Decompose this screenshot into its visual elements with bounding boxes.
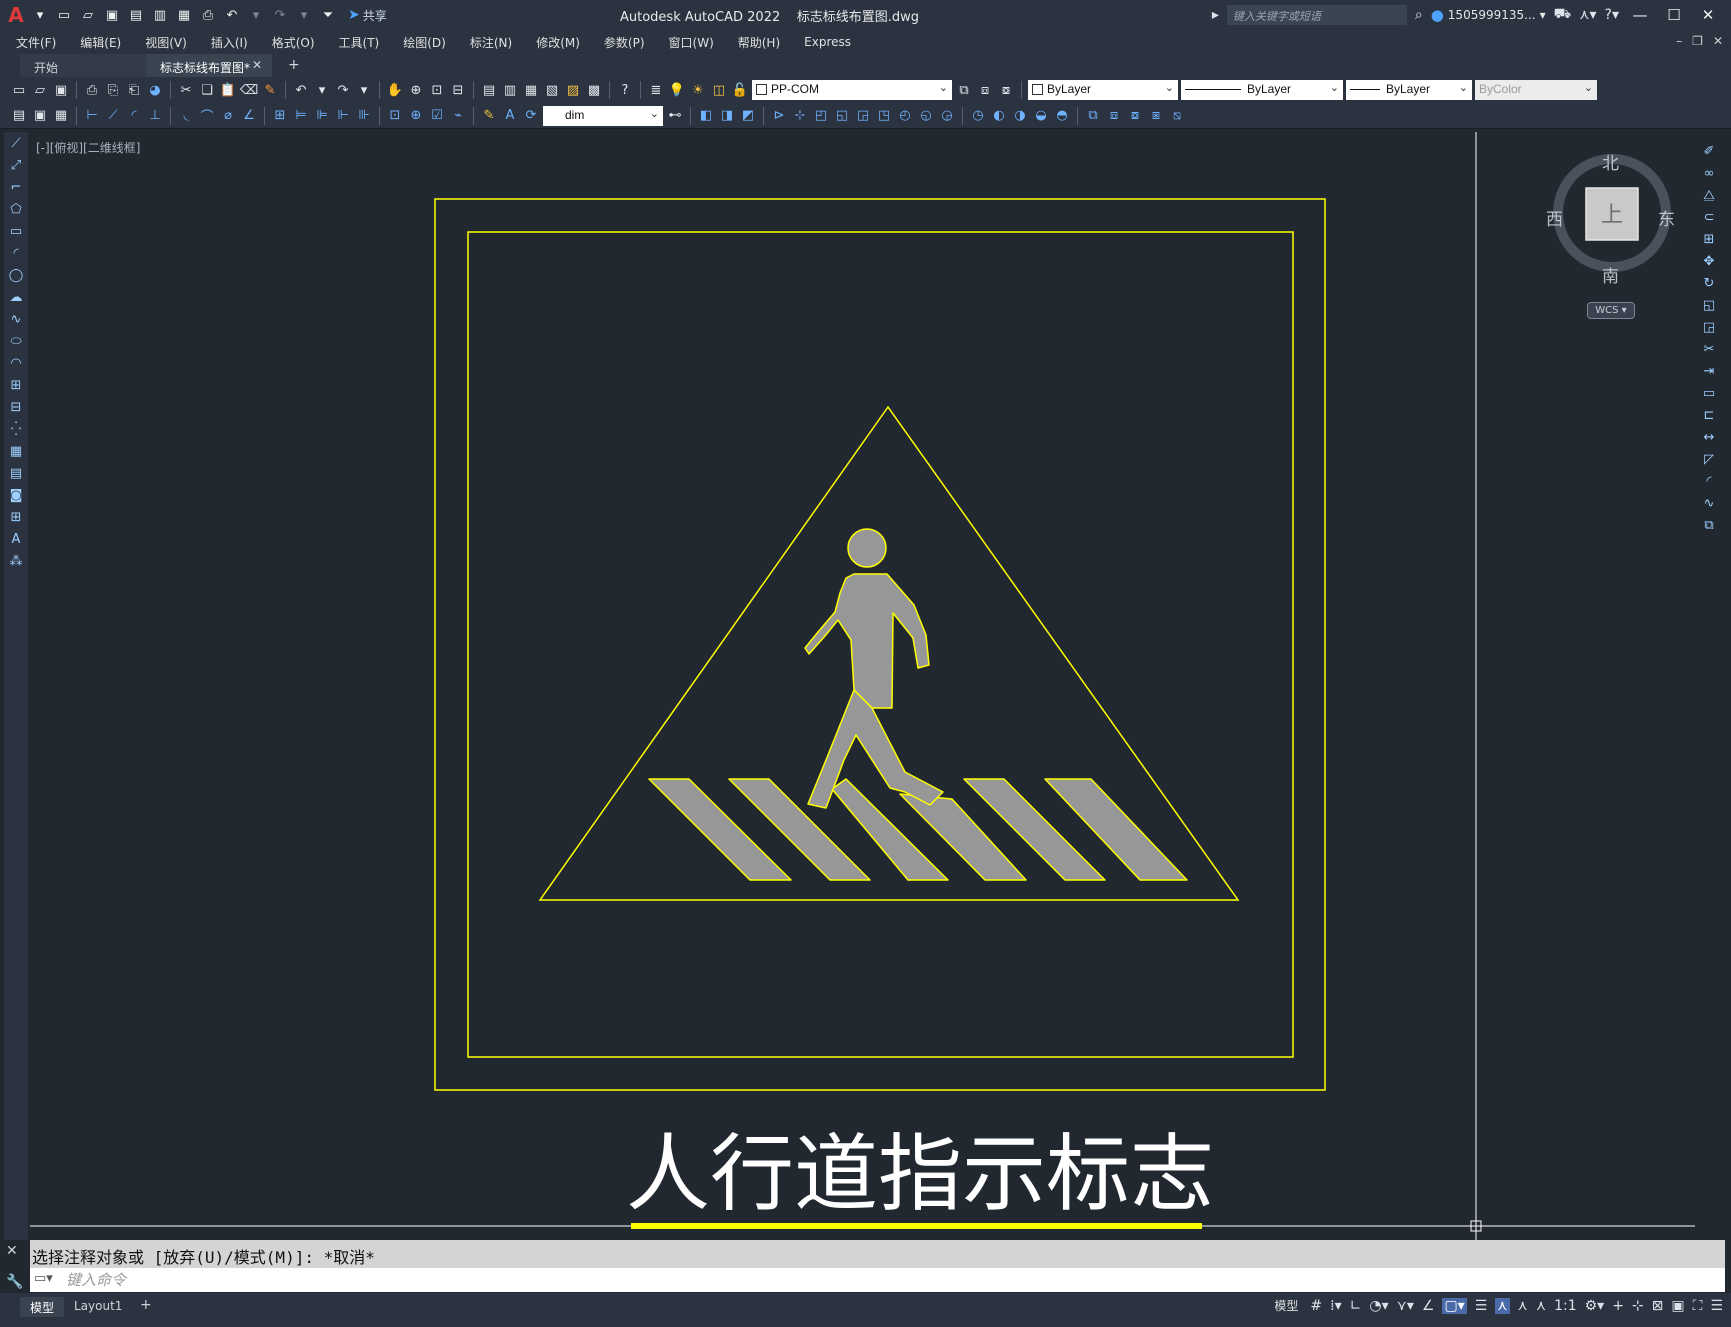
lineweight-icon[interactable]: ☰ [1475,1298,1488,1314]
viewcube-face-label: 上 [1601,203,1623,228]
tab-model[interactable]: 模型 [20,1297,65,1317]
compass-east[interactable]: 东 [1658,205,1675,230]
clean-screen-icon[interactable]: ⛶ [1693,1298,1703,1314]
drawing-canvas[interactable]: 人行道指示标志 上 [0,0,1731,1327]
tab-model-label: 模型 [30,1301,55,1315]
osnap-icon[interactable]: ▢▾ [1442,1297,1467,1314]
recent-commands-icon[interactable]: ▭▾ [34,1271,53,1286]
hardware-accel-icon[interactable]: ▣ [1671,1298,1684,1314]
viewport-controls[interactable]: [-][俯视][二维线框] [36,139,140,156]
tab-layout1-label: Layout1 [74,1299,123,1313]
annotation-scale-value[interactable]: 1:1 [1554,1298,1577,1314]
pedestrian-body [804,573,930,709]
isodraft-icon[interactable]: ⋎▾ [1397,1298,1414,1314]
tab-layout1[interactable]: Layout1 [64,1297,132,1317]
pedestrian-figure [804,528,944,809]
workspace-gear-icon[interactable]: ⚙▾ [1585,1298,1605,1314]
isolate-objects-icon[interactable]: ⊠ [1652,1298,1664,1314]
auto-scale-icon[interactable]: ⋏ [1518,1298,1528,1314]
grid-icon[interactable]: # [1310,1298,1322,1314]
command-line: ▭▾ [30,1268,1725,1292]
units-icon[interactable]: ⊹ [1632,1298,1644,1314]
snap-icon[interactable]: ⁞▾ [1330,1298,1341,1314]
command-input[interactable] [30,1271,1725,1289]
status-tray: 模型 # ⁞▾ ∟ ◔▾ ⋎▾ ∠ ▢▾ ☰ ⋏ ⋏ ⋏ 1:1 ⚙▾ + ⊹ … [1274,1297,1723,1314]
annotation-scale-icon[interactable]: ⋏ [1536,1298,1546,1314]
command-close-icon[interactable]: ✕ [6,1243,18,1259]
osnap-tracking-icon[interactable]: ∠ [1422,1298,1435,1314]
ortho-icon[interactable]: ∟ [1350,1298,1362,1314]
annotation-visibility-icon[interactable]: ⋏ [1495,1297,1510,1314]
customization-icon[interactable]: ☰ [1710,1298,1723,1314]
viewcube[interactable]: 上 [1553,154,1671,272]
compass-north[interactable]: 北 [1602,149,1619,174]
polar-icon[interactable]: ◔▾ [1369,1298,1388,1314]
add-layout-icon[interactable]: + [140,1297,152,1313]
status-bar: 模型 Layout1 + 模型 # ⁞▾ ∟ ◔▾ ⋎▾ ∠ ▢▾ ☰ ⋏ ⋏ … [0,1293,1731,1327]
model-space-button[interactable]: 模型 [1274,1297,1298,1314]
command-history: 选择注释对象或 [放弃(U)/模式(M)]: *取消* [30,1240,1725,1268]
command-customize-icon[interactable]: 🔧 [6,1274,23,1290]
wcs-menu-button[interactable]: WCS ▾ [1587,302,1635,319]
compass-south[interactable]: 南 [1602,262,1619,287]
annotation-monitor-icon[interactable]: + [1612,1298,1624,1314]
pedestrian-head [847,528,887,568]
sign-caption: 人行道指示标志 [626,1125,1214,1223]
wcs-label: WCS [1595,305,1619,316]
compass-west[interactable]: 西 [1546,205,1563,230]
